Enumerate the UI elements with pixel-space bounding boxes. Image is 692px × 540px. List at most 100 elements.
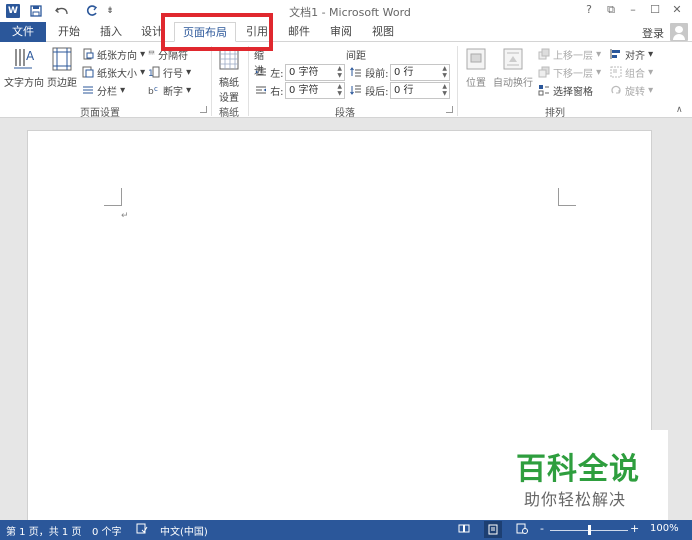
zoom-out-button[interactable]: - (540, 522, 544, 535)
spinner-arrows-icon[interactable]: ▲ ▼ (442, 83, 447, 97)
spacing-title: 间距 (346, 51, 366, 62)
spacing-after-input[interactable]: 0 行 ▲ ▼ (390, 82, 450, 99)
draft-paper-settings-button[interactable]: 稿纸 设置 (214, 46, 244, 104)
paragraph-mark: ↵ (121, 211, 129, 221)
word-app-icon[interactable]: W (6, 4, 20, 18)
align-button[interactable]: 对齐 ▾ (610, 46, 653, 62)
ribbon-page-layout: A 文字方向 页边距 纸张方向 ▾ 纸张大小 ▾ 分栏 ▾ 分隔符 1 行号 ▾… (0, 42, 692, 119)
rotate-button[interactable]: 旋转 ▾ (610, 82, 653, 98)
zoom-level[interactable]: 100% (650, 523, 679, 534)
redo-icon[interactable] (84, 3, 100, 19)
hyphenation-icon: bc (148, 85, 158, 96)
tab-mailings[interactable]: 邮件 (282, 22, 316, 42)
group-label-draft: 稿纸 (219, 108, 239, 119)
tab-home[interactable]: 开始 (52, 22, 86, 42)
group-label-page-setup: 页面设置 (80, 108, 120, 119)
group-label-arrange: 排列 (545, 108, 565, 119)
help-icon[interactable]: ? (580, 3, 598, 16)
group-label-paragraph: 段落 (335, 108, 355, 119)
hyphenation-button[interactable]: bc 断字 ▾ (148, 82, 191, 98)
group-icon (610, 66, 622, 78)
document-title: 文档1 - Microsoft Word (289, 6, 411, 19)
group-separator (211, 46, 212, 116)
line-numbers-icon: 1 (148, 66, 160, 78)
customize-quick-access-icon[interactable]: ⇟ (104, 3, 116, 19)
selection-pane-icon (538, 85, 549, 96)
align-icon (610, 49, 620, 59)
watermark-logo: 百科全说 助你轻松解决 (506, 430, 668, 522)
spinner-arrows-icon[interactable]: ▲ ▼ (337, 83, 342, 97)
wrap-text-button[interactable]: 自动换行 (492, 46, 534, 89)
indent-right-input[interactable]: 0 字符 ▲ ▼ (285, 82, 345, 99)
read-mode-icon[interactable] (458, 523, 470, 537)
ribbon-tab-bar: 文件 开始 插入 设计 页面布局 引用 邮件 审阅 视图 登录 (0, 22, 692, 42)
maximize-icon[interactable]: ☐ (646, 3, 664, 16)
indent-left-label: 左: (255, 64, 284, 80)
highlight-annotation-box (161, 13, 273, 51)
send-backward-button[interactable]: 下移一层 ▾ (538, 64, 601, 80)
minimize-icon[interactable]: – (624, 3, 642, 16)
bring-forward-button[interactable]: 上移一层 ▾ (538, 46, 601, 62)
zoom-slider-thumb[interactable] (588, 525, 591, 535)
tab-view[interactable]: 视图 (366, 22, 400, 42)
undo-icon[interactable] (52, 3, 72, 19)
group-button[interactable]: 组合 ▾ (610, 64, 653, 80)
line-numbers-button[interactable]: 1 行号 ▾ (148, 64, 191, 80)
paper-size-icon (82, 66, 94, 78)
web-layout-icon[interactable] (516, 523, 528, 537)
tab-insert[interactable]: 插入 (94, 22, 128, 42)
spinner-arrows-icon[interactable]: ▲ ▼ (442, 65, 447, 79)
watermark-subtitle: 助你轻松解决 (524, 490, 627, 509)
language-status[interactable]: 中文(中国) (160, 523, 208, 538)
selection-pane-button[interactable]: 选择窗格 (538, 82, 593, 98)
bring-forward-icon (538, 48, 550, 60)
breaks-icon (148, 50, 155, 55)
orientation-button[interactable]: 纸张方向 ▾ (82, 46, 145, 62)
indent-left-icon (256, 68, 266, 76)
wrap-text-icon (503, 48, 523, 70)
spacing-before-label: 段前: (350, 64, 389, 80)
spacing-after-label: 段后: (350, 82, 389, 98)
indent-left-input[interactable]: 0 字符 ▲ ▼ (285, 64, 345, 81)
close-icon[interactable]: ✕ (668, 3, 686, 16)
spacing-after-icon (350, 85, 361, 95)
paragraph-dialog-launcher-icon[interactable] (446, 106, 453, 113)
watermark-title: 百科全说 (516, 452, 640, 487)
position-button[interactable]: 位置 (462, 46, 490, 89)
login-link[interactable]: 登录 (642, 25, 664, 41)
spacing-before-icon (350, 67, 361, 77)
zoom-in-button[interactable]: + (630, 522, 639, 535)
status-bar: 第 1 页，共 1 页 0 个字 中文(中国) - + 100% (0, 520, 692, 540)
columns-icon (83, 86, 93, 94)
proofing-icon[interactable] (136, 523, 148, 537)
text-direction-button[interactable]: A 文字方向 (4, 46, 44, 89)
group-separator (457, 46, 458, 116)
rotate-icon (611, 85, 621, 94)
group-separator (248, 46, 249, 116)
tab-review[interactable]: 审阅 (324, 22, 358, 42)
spacing-before-input[interactable]: 0 行 ▲ ▼ (390, 64, 450, 81)
user-avatar[interactable] (670, 23, 688, 41)
text-direction-icon: A (14, 49, 35, 69)
ribbon-display-icon[interactable]: ⧉ (602, 3, 620, 17)
send-backward-icon (538, 66, 550, 78)
position-icon (466, 48, 486, 70)
svg-text:c: c (154, 85, 158, 93)
page-count-status[interactable]: 第 1 页，共 1 页 (6, 523, 81, 538)
margins-button[interactable]: 页边距 (46, 46, 78, 89)
save-icon[interactable] (28, 3, 44, 19)
collapse-ribbon-icon[interactable]: ∧ (676, 102, 683, 118)
print-layout-icon[interactable] (484, 521, 502, 538)
tab-file[interactable]: 文件 (0, 22, 46, 42)
margin-corner-top-right (558, 188, 576, 206)
margin-corner-top-left (104, 188, 122, 206)
title-bar: W ⇟ 文档1 - Microsoft Word ? ⧉ – ☐ ✕ (0, 0, 692, 22)
page-setup-dialog-launcher-icon[interactable] (200, 106, 207, 113)
orientation-icon (83, 48, 94, 60)
spinner-arrows-icon[interactable]: ▲ ▼ (337, 65, 342, 79)
columns-button[interactable]: 分栏 ▾ (82, 82, 125, 98)
word-count-status[interactable]: 0 个字 (92, 523, 122, 538)
margins-icon (52, 47, 72, 71)
size-button[interactable]: 纸张大小 ▾ (82, 64, 145, 80)
indent-right-icon (256, 86, 266, 94)
